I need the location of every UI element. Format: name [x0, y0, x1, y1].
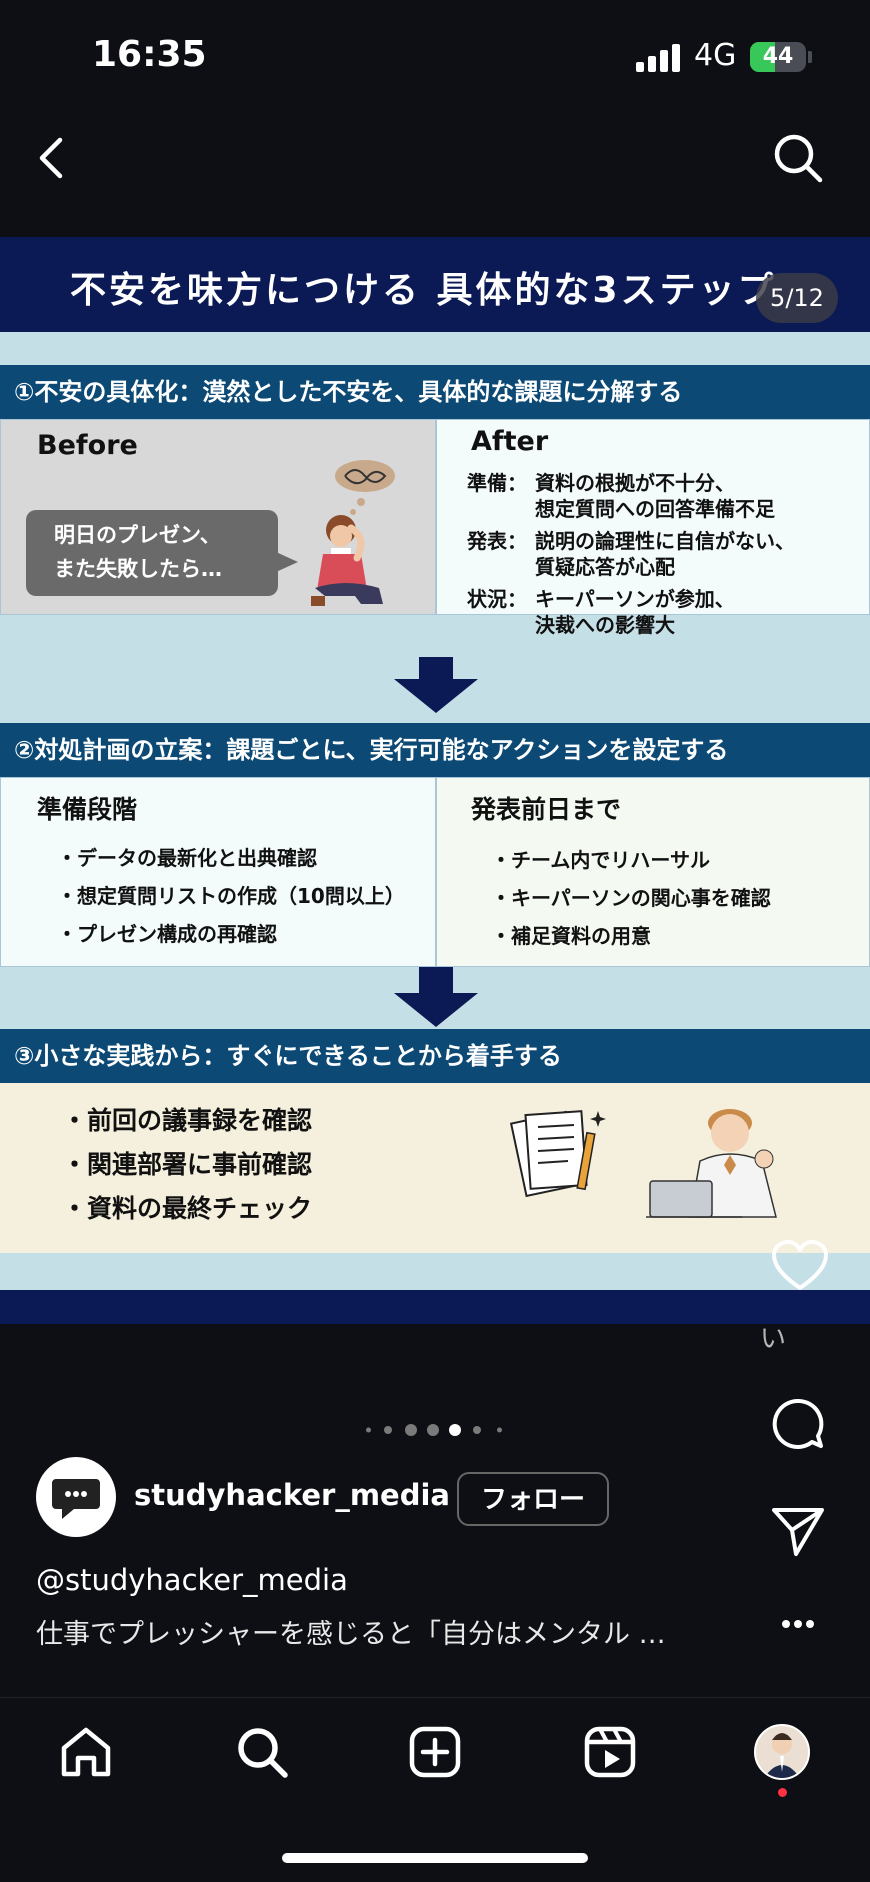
speech-bubble-tail [276, 552, 298, 572]
tab-profile[interactable] [754, 1724, 810, 1780]
comment-icon [772, 1398, 824, 1449]
first-step-item: ・関連部署に事前確認 [62, 1150, 313, 1179]
after-item-key: 状況： [467, 587, 527, 611]
after-item-key: 発表： [467, 529, 527, 553]
send-icon [772, 1508, 824, 1556]
tab-search[interactable] [232, 1722, 292, 1782]
after-item-key: 準備： [467, 471, 527, 495]
day-before-item: ・チーム内でリハーサル [491, 848, 710, 872]
day-before-item: ・キーパーソンの関心事を確認 [491, 886, 771, 910]
create-icon [409, 1726, 461, 1778]
back-button[interactable] [30, 130, 74, 186]
post-title: 不安を味方につける 具体的な3ステップ [70, 270, 777, 311]
after-item-line: 想定質問への回答準備不足 [535, 497, 775, 521]
caption-handle[interactable]: @studyhacker_media [36, 1563, 348, 1597]
network-type: 4G [694, 38, 737, 73]
down-arrow-icon [394, 679, 478, 713]
after-panel: After 準備： 資料の根拠が不十分、 想定質問への回答準備不足 発表： 説明の… [436, 419, 870, 637]
carousel-dot [405, 1424, 417, 1436]
after-item-value: キーパーソンが参加、 決裁への影響大 [535, 586, 835, 638]
after-item-situation: 状況： キーパーソンが参加、 決裁への影響大 [457, 586, 857, 638]
slide-counter: 5/12 [756, 273, 838, 323]
first-steps-panel: ・前回の議事録を確認 ・関連部署に事前確認 ・資料の最終チェック [0, 1083, 870, 1253]
search-button[interactable] [770, 130, 826, 186]
chat-bubble-logo-icon [52, 1479, 100, 1519]
more-options-button[interactable] [770, 1606, 826, 1642]
after-item-presentation: 発表： 説明の論理性に自信がない、 質疑応答が心配 [457, 528, 857, 580]
after-item-prep: 準備： 資料の根拠が不十分、 想定質問への回答準備不足 [457, 470, 857, 522]
after-item-line: 資料の根拠が不十分、 [535, 471, 735, 495]
prep-stage-title: 準備段階 [37, 795, 138, 824]
after-label: After [471, 426, 549, 457]
prep-stage-item: ・データの最新化と出典確認 [57, 846, 317, 870]
signal-icon [636, 44, 680, 72]
documents-illustration [510, 1110, 606, 1198]
status-bar: 16:35 4G 44 [0, 0, 870, 110]
first-step-item: ・前回の議事録を確認 [62, 1106, 313, 1135]
author-avatar[interactable] [36, 1457, 116, 1537]
first-step-item: ・資料の最終チェック [62, 1194, 313, 1223]
share-button[interactable] [770, 1502, 826, 1558]
prep-stage-item: ・プレゼン構成の再確認 [57, 922, 277, 946]
tab-reels[interactable] [580, 1722, 640, 1782]
search-icon [774, 134, 823, 183]
reels-icon [584, 1726, 636, 1778]
carousel-dot [384, 1426, 392, 1434]
like-button[interactable] [770, 1238, 830, 1294]
heart-icon [772, 1240, 828, 1290]
home-indicator [282, 1853, 588, 1863]
speech-line-2: また失敗したら… [54, 557, 222, 581]
carousel-dot [497, 1427, 502, 1433]
battery-icon: 44 [750, 42, 806, 72]
profile-avatar-icon [764, 1733, 800, 1778]
home-icon [61, 1727, 111, 1777]
after-item-value: 資料の根拠が不十分、 想定質問への回答準備不足 [535, 470, 835, 522]
after-item-value: 説明の論理性に自信がない、 質疑応答が心配 [535, 528, 835, 580]
post-title-bar: 不安を味方につける 具体的な3ステップ [0, 237, 870, 332]
speech-line-1: 明日のプレゼン、 [54, 523, 221, 547]
step1-heading: ①不安の具体化：漠然とした不安を、具体的な課題に分解する [0, 365, 870, 419]
prep-stage-panel: 準備段階 ・データの最新化と出典確認 ・想定質問リストの作成（10問以上） ・プ… [0, 777, 436, 967]
more-icon [782, 1620, 814, 1628]
worried-woman-illustration [311, 460, 395, 606]
prep-stage-item: ・想定質問リストの作成（10問以上） [57, 884, 405, 908]
battery-level: 44 [762, 44, 794, 69]
day-before-title: 発表前日まで [471, 795, 622, 824]
businessman-illustration [646, 1109, 777, 1218]
after-item-line: 決裁への影響大 [535, 613, 675, 637]
carousel-dot [473, 1426, 481, 1434]
arrow-stem [419, 967, 453, 993]
like-count: い [760, 1324, 787, 1354]
post-caption[interactable]: 仕事でプレッシャーを感じると「自分はメンタル … [36, 1612, 716, 1651]
follow-button[interactable]: フォロー [457, 1472, 609, 1526]
tab-home[interactable] [56, 1722, 116, 1782]
chevron-left-icon [39, 137, 63, 179]
step2-heading: ②対処計画の立案：課題ごとに、実行可能なアクションを設定する [0, 723, 870, 777]
carousel-dot [427, 1424, 439, 1436]
comment-button[interactable] [770, 1396, 826, 1452]
after-item-line: 質疑応答が心配 [535, 555, 675, 579]
tab-create[interactable] [405, 1722, 465, 1782]
search-icon [238, 1728, 288, 1778]
arrow-stem [419, 657, 453, 679]
day-before-item: ・補足資料の用意 [491, 924, 651, 948]
carousel-dot [366, 1427, 371, 1433]
after-item-line: キーパーソンが参加、 [535, 587, 735, 611]
post-footer-band [0, 1290, 870, 1324]
before-label: Before [37, 430, 138, 461]
down-arrow-icon [394, 993, 478, 1027]
post-image[interactable]: 不安を味方につける 具体的な3ステップ 5/12 ①不安の具体化：漠然とした不安… [0, 237, 870, 1324]
notification-dot [778, 1788, 787, 1797]
day-before-panel: 発表前日まで ・チーム内でリハーサル ・キーパーソンの関心事を確認 ・補足資料の… [436, 777, 870, 967]
carousel-indicator [360, 1420, 510, 1440]
speech-bubble: 明日のプレゼン、 また失敗したら… [26, 510, 278, 596]
battery-cap [808, 51, 812, 63]
clock: 16:35 [92, 34, 207, 75]
carousel-dot-active [449, 1424, 461, 1436]
author-username[interactable]: studyhacker_media [134, 1478, 450, 1512]
step3-heading: ③小さな実践から：すぐにできることから着手する [0, 1029, 870, 1083]
after-item-line: 説明の論理性に自信がない、 [535, 529, 795, 553]
